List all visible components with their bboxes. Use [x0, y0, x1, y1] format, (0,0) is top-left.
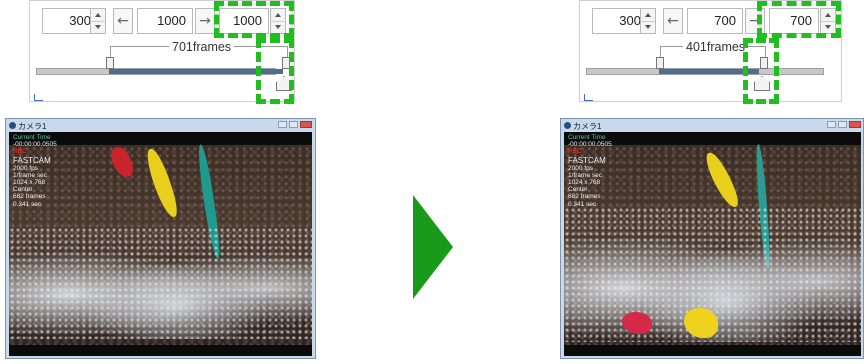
- osd-line: FASTCAM: [568, 155, 606, 165]
- yellow-ribbon: [702, 149, 742, 211]
- highlight-slider-end: [743, 38, 779, 104]
- transition-arrow-icon: [413, 195, 453, 299]
- osd-line: 2000 fps: [568, 164, 593, 172]
- start-frame-spinner[interactable]: [90, 8, 106, 34]
- minimize-button[interactable]: [827, 121, 836, 128]
- left-panel: 300 ← 1000 → 1000 701frames カメラ1 Current…: [0, 0, 320, 364]
- frames-count-label: 401frames: [683, 40, 749, 54]
- spin-down-button[interactable]: [91, 21, 105, 33]
- osd-line: FASTCAM: [13, 155, 51, 165]
- yellow-ribbon: [143, 146, 181, 220]
- slider-start-handle[interactable]: [656, 57, 664, 69]
- osd-time: -00:00:00.0505: [13, 141, 57, 149]
- osd-record-label: REC: [568, 148, 582, 156]
- osd-record-label: REC: [13, 148, 27, 156]
- osd-current-label: Current Time: [568, 134, 606, 141]
- trim-control-before: 300 ← 1000 → 1000 701frames: [29, 0, 295, 104]
- frame-slider-track[interactable]: [36, 68, 283, 75]
- camera-video-frame: Current Time -00:00:00.0505 REC FASTCAM …: [564, 132, 861, 356]
- osd-time: -00:00:00.0505: [568, 141, 612, 149]
- osd-line: 2000 fps: [13, 164, 38, 172]
- video-bottom-bar: [564, 345, 861, 356]
- frames-count-label: 701frames: [169, 40, 235, 54]
- next-arrow-button[interactable]: →: [195, 8, 215, 34]
- prev-arrow-button[interactable]: ←: [113, 8, 133, 34]
- chevron-down-icon: [645, 25, 651, 29]
- highlight-end-value: [757, 1, 841, 38]
- osd-line: Center: [13, 186, 33, 194]
- osd-line: 682 frames: [568, 193, 601, 201]
- chevron-up-icon: [645, 13, 651, 17]
- end-frame-input[interactable]: 1000: [137, 8, 193, 34]
- camera-video-frame: Current Time -00:00:00.0505 REC FASTCAM …: [9, 132, 312, 356]
- start-frame-spinner[interactable]: [640, 8, 656, 34]
- camera-window-title: カメラ1: [573, 122, 602, 131]
- camera-window-title: カメラ1: [18, 122, 47, 131]
- osd-line: 1024 x 768: [568, 179, 601, 187]
- axis-tick-mark: [34, 94, 43, 101]
- red-ribbon: [108, 143, 136, 181]
- maximize-button[interactable]: [289, 121, 298, 128]
- chevron-up-icon: [95, 13, 101, 17]
- end-frame-input[interactable]: 700: [687, 8, 743, 34]
- osd-line: 682 frames: [13, 193, 46, 201]
- osd-line: 0.341 sec: [568, 200, 597, 208]
- camera-icon: [9, 122, 16, 129]
- frame-slider-track[interactable]: [586, 68, 824, 75]
- chevron-down-icon: [95, 25, 101, 29]
- highlight-end-value: [214, 1, 294, 38]
- slider-start-handle[interactable]: [106, 57, 114, 69]
- camera-icon: [564, 122, 571, 129]
- water-splash: [9, 227, 312, 339]
- osd-line: 0.341 sec: [13, 200, 42, 208]
- minimize-button[interactable]: [278, 121, 287, 128]
- spin-down-button[interactable]: [641, 21, 655, 33]
- axis-tick-mark: [584, 94, 593, 101]
- video-bottom-bar: [9, 345, 312, 356]
- trim-control-after: 300 ← 700 → 700 401frames: [579, 0, 842, 104]
- video-overlay-info: Current Time -00:00:00.0505 REC FASTCAM …: [568, 134, 612, 208]
- close-button[interactable]: [300, 121, 312, 128]
- right-panel: 300 ← 700 → 700 401frames カメラ1 Current T…: [550, 0, 864, 364]
- maximize-button[interactable]: [838, 121, 847, 128]
- camera-window-before: カメラ1 Current Time -00:00:00.0505 REC FAS…: [5, 118, 316, 359]
- highlight-slider-end: [256, 38, 294, 104]
- close-button[interactable]: [849, 121, 861, 128]
- video-overlay-info: Current Time -00:00:00.0505 REC FASTCAM …: [13, 134, 57, 208]
- camera-window-after: カメラ1 Current Time -00:00:00.0505 REC FAS…: [560, 118, 864, 359]
- prev-arrow-button[interactable]: ←: [663, 8, 683, 34]
- osd-line: 1/frame sec: [568, 171, 602, 179]
- osd-line: Center: [568, 186, 588, 194]
- osd-line: 1024 x 768: [13, 179, 46, 187]
- osd-current-label: Current Time: [13, 134, 51, 141]
- osd-line: 1/frame sec: [13, 171, 47, 179]
